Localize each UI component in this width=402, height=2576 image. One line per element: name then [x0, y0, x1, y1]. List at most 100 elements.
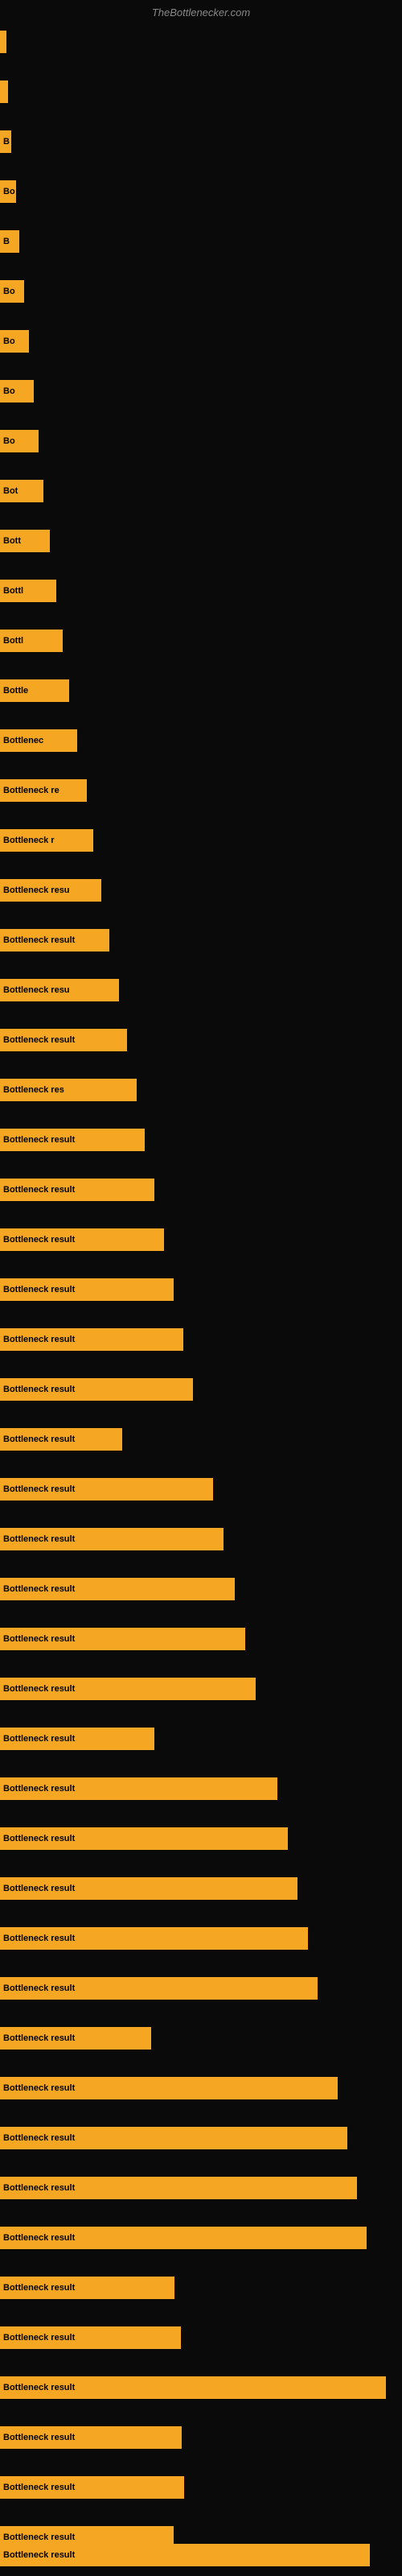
- bar-label-40: Bottleneck result: [3, 1984, 75, 1993]
- bar-item-4: Bo: [0, 180, 16, 203]
- bar-label-45: Bottleneck result: [3, 2233, 75, 2243]
- bar-item-22: Bottleneck res: [0, 1079, 137, 1101]
- bar-label-27: Bottleneck result: [3, 1335, 75, 1344]
- site-title: TheBottlenecker.com: [0, 6, 402, 19]
- bar-label-8: Bo: [3, 386, 15, 396]
- bar-label-34: Bottleneck result: [3, 1684, 75, 1694]
- bar-label-3: B: [3, 137, 10, 147]
- bar-label-15: Bottlenec: [3, 736, 43, 745]
- bar-label-44: Bottleneck result: [3, 2183, 75, 2193]
- bar-label-32: Bottleneck result: [3, 1584, 75, 1594]
- bar-label-11: Bott: [3, 536, 21, 546]
- bar-item-44: Bottleneck result: [0, 2177, 357, 2199]
- bar-label-22: Bottleneck res: [3, 1085, 64, 1095]
- bar-item-6: Bo: [0, 280, 24, 303]
- bar-label-35: Bottleneck result: [3, 1734, 75, 1744]
- bar-label-41: Bottleneck result: [3, 2033, 75, 2043]
- bar-label-51: Bottleneck result: [3, 2533, 75, 2542]
- bar-label-20: Bottleneck resu: [3, 985, 70, 995]
- bar-item-14: Bottle: [0, 679, 69, 702]
- bar-item-33: Bottleneck result: [0, 1628, 245, 1650]
- bar-label-10: Bot: [3, 486, 18, 496]
- bar-item-36: Bottleneck result: [0, 1777, 277, 1800]
- bar-item-52: Bottleneck result: [0, 2544, 370, 2566]
- bar-label-46: Bottleneck result: [3, 2283, 75, 2293]
- bar-label-13: Bottl: [3, 636, 23, 646]
- bar-item-9: Bo: [0, 430, 39, 452]
- bar-item-45: Bottleneck result: [0, 2227, 367, 2249]
- bar-item-40: Bottleneck result: [0, 1977, 318, 2000]
- bar-item-5: B: [0, 230, 19, 253]
- bar-label-18: Bottleneck resu: [3, 886, 70, 895]
- bar-label-23: Bottleneck result: [3, 1135, 75, 1145]
- bar-item-15: Bottlenec: [0, 729, 77, 752]
- bar-label-37: Bottleneck result: [3, 1834, 75, 1843]
- bar-label-7: Bo: [3, 336, 15, 346]
- bar-item-17: Bottleneck r: [0, 829, 93, 852]
- bar-item-1: [0, 31, 6, 53]
- bar-item-11: Bott: [0, 530, 50, 552]
- bar-label-31: Bottleneck result: [3, 1534, 75, 1544]
- bar-item-49: Bottleneck result: [0, 2426, 182, 2449]
- bar-label-48: Bottleneck result: [3, 2383, 75, 2392]
- bar-label-24: Bottleneck result: [3, 1185, 75, 1195]
- bar-item-39: Bottleneck result: [0, 1927, 308, 1950]
- bar-label-42: Bottleneck result: [3, 2083, 75, 2093]
- bar-label-14: Bottle: [3, 686, 28, 696]
- bar-item-43: Bottleneck result: [0, 2127, 347, 2149]
- bar-label-21: Bottleneck result: [3, 1035, 75, 1045]
- bar-item-37: Bottleneck result: [0, 1827, 288, 1850]
- bar-label-52: Bottleneck result: [3, 2550, 75, 2560]
- bar-label-19: Bottleneck result: [3, 935, 75, 945]
- bar-item-46: Bottleneck result: [0, 2277, 174, 2299]
- bar-label-49: Bottleneck result: [3, 2433, 75, 2442]
- bar-item-23: Bottleneck result: [0, 1129, 145, 1151]
- bar-item-7: Bo: [0, 330, 29, 353]
- bar-item-42: Bottleneck result: [0, 2077, 338, 2099]
- bar-item-13: Bottl: [0, 630, 63, 652]
- bar-label-39: Bottleneck result: [3, 1934, 75, 1943]
- bar-item-41: Bottleneck result: [0, 2027, 151, 2050]
- bar-label-5: B: [3, 237, 10, 246]
- bar-label-26: Bottleneck result: [3, 1285, 75, 1294]
- bar-item-8: Bo: [0, 380, 34, 402]
- bar-item-47: Bottleneck result: [0, 2326, 181, 2349]
- bar-label-29: Bottleneck result: [3, 1435, 75, 1444]
- bar-label-6: Bo: [3, 287, 15, 296]
- bar-item-10: Bot: [0, 480, 43, 502]
- bar-item-48: Bottleneck result: [0, 2376, 386, 2399]
- bar-label-4: Bo: [3, 187, 15, 196]
- bar-item-34: Bottleneck result: [0, 1678, 256, 1700]
- bar-label-25: Bottleneck result: [3, 1235, 75, 1245]
- bar-item-18: Bottleneck resu: [0, 879, 101, 902]
- bar-item-20: Bottleneck resu: [0, 979, 119, 1001]
- bar-item-2: [0, 80, 8, 103]
- bar-item-35: Bottleneck result: [0, 1728, 154, 1750]
- bar-item-29: Bottleneck result: [0, 1428, 122, 1451]
- bar-item-12: Bottl: [0, 580, 56, 602]
- bar-label-9: Bo: [3, 436, 15, 446]
- bar-label-38: Bottleneck result: [3, 1884, 75, 1893]
- bar-label-28: Bottleneck result: [3, 1385, 75, 1394]
- bar-item-32: Bottleneck result: [0, 1578, 235, 1600]
- bar-item-24: Bottleneck result: [0, 1179, 154, 1201]
- bar-item-26: Bottleneck result: [0, 1278, 174, 1301]
- bar-item-21: Bottleneck result: [0, 1029, 127, 1051]
- bar-label-17: Bottleneck r: [3, 836, 55, 845]
- bar-item-50: Bottleneck result: [0, 2476, 184, 2499]
- bar-item-28: Bottleneck result: [0, 1378, 193, 1401]
- bar-item-38: Bottleneck result: [0, 1877, 297, 1900]
- bar-label-33: Bottleneck result: [3, 1634, 75, 1644]
- bar-label-36: Bottleneck result: [3, 1784, 75, 1794]
- bar-label-16: Bottleneck re: [3, 786, 59, 795]
- bar-label-43: Bottleneck result: [3, 2133, 75, 2143]
- bar-label-47: Bottleneck result: [3, 2333, 75, 2343]
- bar-item-19: Bottleneck result: [0, 929, 109, 952]
- bar-label-12: Bottl: [3, 586, 23, 596]
- bar-item-25: Bottleneck result: [0, 1228, 164, 1251]
- bar-item-30: Bottleneck result: [0, 1478, 213, 1501]
- bar-item-3: B: [0, 130, 11, 153]
- bar-label-30: Bottleneck result: [3, 1484, 75, 1494]
- bar-item-31: Bottleneck result: [0, 1528, 224, 1550]
- bar-item-16: Bottleneck re: [0, 779, 87, 802]
